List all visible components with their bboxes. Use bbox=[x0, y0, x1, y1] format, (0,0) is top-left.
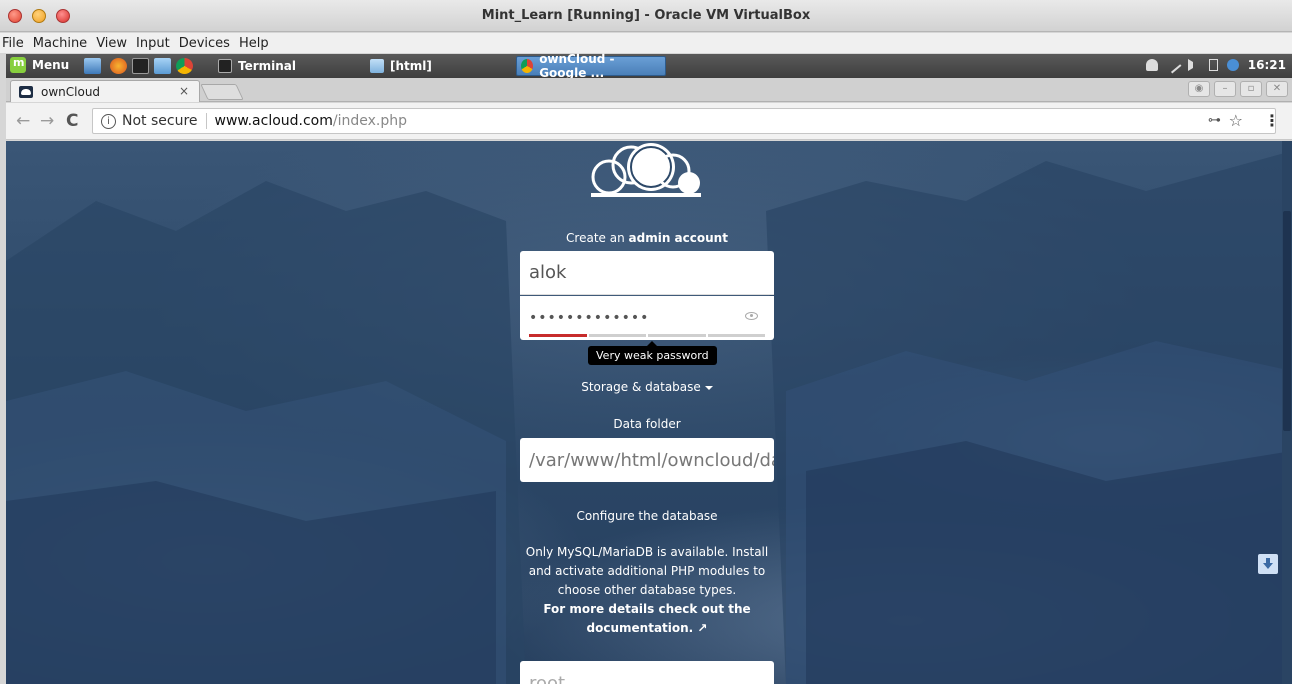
owncloud-logo-icon bbox=[591, 143, 701, 197]
mint-logo-icon bbox=[10, 56, 26, 73]
documentation-link[interactable]: For more details check out the documenta… bbox=[516, 600, 778, 638]
database-user-value: root bbox=[529, 672, 566, 684]
chrome-launcher-icon[interactable] bbox=[176, 58, 193, 74]
admin-username-input[interactable]: alok bbox=[520, 251, 774, 295]
owncloud-setup-page: Create an admin account alok •••••••••••… bbox=[6, 141, 1292, 684]
task-owncloud-chrome[interactable]: ownCloud - Google ... bbox=[516, 52, 666, 80]
security-label[interactable]: Not secure bbox=[122, 113, 198, 129]
storage-database-toggle[interactable]: Storage & database bbox=[6, 380, 1288, 394]
menu-input[interactable]: Input bbox=[136, 36, 170, 51]
password-strength-meter bbox=[529, 334, 767, 337]
clipboard-icon[interactable] bbox=[1208, 59, 1218, 71]
virtualbox-titlebar: Mint_Learn [Running] - Oracle VM Virtual… bbox=[0, 0, 1292, 32]
create-admin-prefix: Create an bbox=[566, 231, 629, 245]
chrome-icon bbox=[521, 59, 534, 73]
tab-title: ownCloud bbox=[41, 84, 101, 99]
create-admin-bold: admin account bbox=[628, 231, 728, 245]
window-title: Mint_Learn [Running] - Oracle VM Virtual… bbox=[481, 8, 811, 23]
strength-segment bbox=[648, 334, 706, 337]
caret-down-icon bbox=[704, 385, 713, 390]
storage-database-label: Storage & database bbox=[581, 380, 701, 394]
mint-menu-label: Menu bbox=[32, 58, 70, 72]
data-folder-label: Data folder bbox=[613, 417, 681, 431]
terminal-icon bbox=[218, 59, 232, 73]
menu-help[interactable]: Help bbox=[239, 36, 269, 51]
clock[interactable]: 16:21 bbox=[1248, 58, 1286, 72]
new-tab-button[interactable] bbox=[200, 84, 244, 100]
database-note: Only MySQL/MariaDB is available. Install… bbox=[516, 543, 778, 638]
menu-file[interactable]: File bbox=[2, 36, 24, 51]
profile-icon[interactable]: ◉ bbox=[1188, 81, 1210, 97]
show-password-eye-icon[interactable] bbox=[745, 312, 758, 320]
owncloud-favicon-icon bbox=[19, 85, 33, 98]
back-arrow-icon[interactable]: ← bbox=[16, 111, 30, 131]
admin-username-value: alok bbox=[529, 262, 567, 283]
data-folder-input[interactable]: /var/www/html/owncloud/data bbox=[520, 438, 774, 482]
files-launcher-icon[interactable] bbox=[154, 58, 171, 74]
menu-view[interactable]: View bbox=[96, 36, 127, 51]
browser-restore-icon[interactable]: ▫ bbox=[1240, 81, 1262, 97]
mint-menu-button[interactable]: Menu bbox=[10, 56, 70, 73]
database-note-text: Only MySQL/MariaDB is available. Install… bbox=[525, 545, 769, 597]
show-desktop-icon[interactable] bbox=[84, 58, 101, 74]
user-icon[interactable] bbox=[1145, 59, 1158, 71]
folder-icon bbox=[370, 59, 384, 73]
reload-icon[interactable]: C bbox=[66, 111, 78, 131]
menu-machine[interactable]: Machine bbox=[33, 36, 87, 51]
browser-tabstrip: ownCloud × ◉ – ▫ ✕ bbox=[6, 78, 1292, 102]
task-html-folder[interactable]: [html] bbox=[366, 56, 514, 76]
password-strength-tooltip: Very weak password bbox=[588, 341, 717, 365]
task-terminal[interactable]: Terminal bbox=[214, 56, 362, 76]
url-path: /index.php bbox=[332, 113, 408, 129]
network-icon[interactable] bbox=[1164, 56, 1182, 74]
key-icon[interactable]: ⊶ bbox=[1208, 113, 1221, 128]
url-host: www.acloud.com bbox=[214, 113, 333, 129]
strength-segment bbox=[529, 334, 587, 337]
scroll-down-button-icon[interactable] bbox=[1258, 554, 1278, 574]
virtualbox-menubar: File Machine View Input Devices Help bbox=[0, 33, 1292, 53]
browser-window-controls: ◉ – ▫ ✕ bbox=[1184, 81, 1288, 97]
task-html-label: [html] bbox=[390, 59, 432, 73]
scrollbar-thumb[interactable] bbox=[1283, 211, 1291, 431]
data-folder-value: /var/www/html/owncloud/data bbox=[529, 449, 774, 471]
page-scrollbar[interactable] bbox=[1282, 141, 1292, 684]
configure-database-label: Configure the database bbox=[576, 509, 718, 523]
firefox-icon[interactable] bbox=[110, 58, 127, 74]
terminal-launcher-icon[interactable] bbox=[132, 58, 149, 74]
address-separator bbox=[205, 113, 207, 129]
task-terminal-label: Terminal bbox=[238, 59, 297, 73]
address-bar[interactable]: i Not secure www.acloud.com/index.php ⊶ … bbox=[92, 108, 1276, 134]
strength-segment bbox=[588, 334, 646, 337]
browser-close-icon[interactable]: ✕ bbox=[1266, 81, 1288, 97]
bookmark-star-icon[interactable]: ☆ bbox=[1229, 111, 1243, 130]
update-shield-icon[interactable] bbox=[1226, 59, 1239, 71]
system-tray: 16:21 bbox=[1145, 56, 1286, 74]
tab-owncloud[interactable]: ownCloud × bbox=[10, 80, 200, 102]
forward-arrow-icon[interactable]: → bbox=[40, 111, 54, 131]
database-user-input[interactable]: root bbox=[520, 661, 774, 684]
tab-close-icon[interactable]: × bbox=[179, 84, 189, 98]
create-admin-heading: Create an admin account bbox=[6, 231, 1288, 245]
info-icon[interactable]: i bbox=[101, 113, 116, 129]
task-owncloud-label: ownCloud - Google ... bbox=[539, 52, 615, 80]
mint-taskbar: Menu Terminal [html] ownCloud - Google .… bbox=[6, 52, 1292, 80]
strength-segment bbox=[707, 334, 765, 337]
menu-devices[interactable]: Devices bbox=[179, 36, 230, 51]
browser-minimize-icon[interactable]: – bbox=[1214, 81, 1236, 97]
volume-icon[interactable] bbox=[1187, 59, 1200, 71]
browser-toolbar: ← → C i Not secure www.acloud.com/index.… bbox=[6, 103, 1292, 140]
browser-menu-icon[interactable]: ⋮ bbox=[1264, 111, 1280, 130]
admin-password-value: ••••••••••••• bbox=[529, 310, 650, 326]
